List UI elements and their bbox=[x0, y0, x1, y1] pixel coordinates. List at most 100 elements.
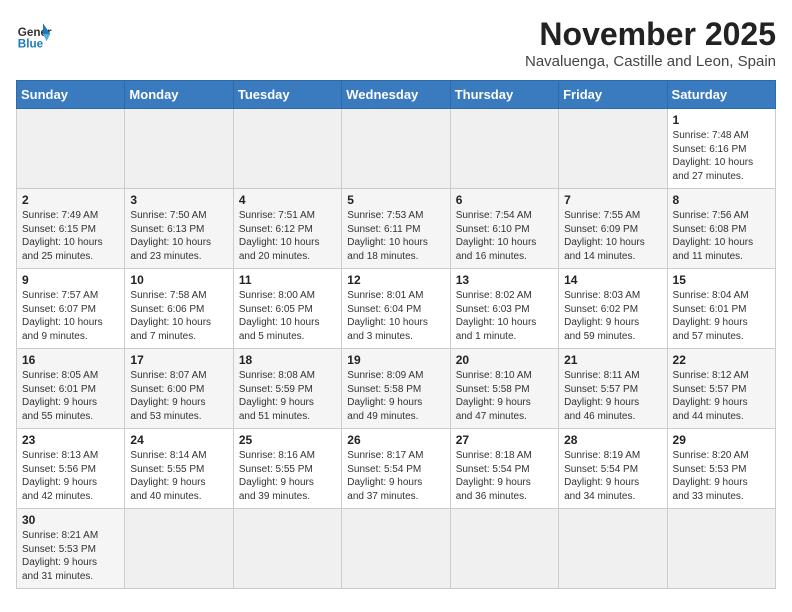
day-cell: 29 Sunrise: 8:20 AM Sunset: 5:53 PM Dayli… bbox=[667, 429, 775, 509]
title-section: November 2025 Navaluenga, Castille and L… bbox=[525, 16, 776, 70]
day-cell: 3Sunrise: 7:50 AM Sunset: 6:13 PM Daylig… bbox=[125, 189, 233, 269]
day-cell bbox=[125, 509, 233, 589]
day-number: 2 bbox=[22, 193, 119, 207]
day-number: 4 bbox=[239, 193, 336, 207]
day-info: Sunrise: 7:53 AM Sunset: 6:11 PM Dayligh… bbox=[347, 209, 444, 263]
calendar-table: SundayMondayTuesdayWednesdayThursdayFrid… bbox=[16, 80, 776, 589]
day-cell: 17Sunrise: 8:07 AM Sunset: 6:00 PM Dayli… bbox=[125, 349, 233, 429]
day-cell: 22Sunrise: 8:12 AM Sunset: 5:57 PM Dayli… bbox=[667, 349, 775, 429]
day-info: Sunrise: 8:14 AM Sunset: 5:55 PM Dayligh… bbox=[130, 449, 227, 503]
day-cell: 26 Sunrise: 8:17 AM Sunset: 5:54 PM Dayli… bbox=[342, 429, 450, 509]
day-number: 26 bbox=[347, 433, 444, 447]
weekday-header-tuesday: Tuesday bbox=[233, 81, 341, 109]
week-row-4: 16 Sunrise: 8:05 AM Sunset: 6:01 PM Dayli… bbox=[17, 349, 776, 429]
day-number: 25 bbox=[239, 433, 336, 447]
day-cell: 8 Sunrise: 7:56 AM Sunset: 6:08 PM Daylig… bbox=[667, 189, 775, 269]
day-info: Sunrise: 8:10 AM Sunset: 5:58 PM Dayligh… bbox=[456, 369, 553, 423]
day-info: Sunrise: 8:20 AM Sunset: 5:53 PM Dayligh… bbox=[673, 449, 770, 503]
day-info: Sunrise: 8:16 AM Sunset: 5:55 PM Dayligh… bbox=[239, 449, 336, 503]
day-cell bbox=[450, 509, 558, 589]
weekday-header-sunday: Sunday bbox=[17, 81, 125, 109]
day-info: Sunrise: 8:12 AM Sunset: 5:57 PM Dayligh… bbox=[673, 369, 770, 423]
day-info: Sunrise: 8:00 AM Sunset: 6:05 PM Dayligh… bbox=[239, 289, 336, 343]
day-cell bbox=[559, 109, 667, 189]
logo: General Blue bbox=[16, 16, 52, 52]
day-number: 6 bbox=[456, 193, 553, 207]
day-number: 11 bbox=[239, 273, 336, 287]
day-info: Sunrise: 7:49 AM Sunset: 6:15 PM Dayligh… bbox=[22, 209, 119, 263]
day-number: 21 bbox=[564, 353, 661, 367]
week-row-2: 2 Sunrise: 7:49 AM Sunset: 6:15 PM Daylig… bbox=[17, 189, 776, 269]
day-number: 17 bbox=[130, 353, 227, 367]
day-cell bbox=[233, 109, 341, 189]
day-cell bbox=[667, 509, 775, 589]
day-info: Sunrise: 7:55 AM Sunset: 6:09 PM Dayligh… bbox=[564, 209, 661, 263]
weekday-header-friday: Friday bbox=[559, 81, 667, 109]
day-number: 12 bbox=[347, 273, 444, 287]
day-info: Sunrise: 7:56 AM Sunset: 6:08 PM Dayligh… bbox=[673, 209, 770, 263]
day-number: 8 bbox=[673, 193, 770, 207]
day-info: Sunrise: 7:58 AM Sunset: 6:06 PM Dayligh… bbox=[130, 289, 227, 343]
day-number: 15 bbox=[673, 273, 770, 287]
day-cell bbox=[559, 509, 667, 589]
day-info: Sunrise: 7:51 AM Sunset: 6:12 PM Dayligh… bbox=[239, 209, 336, 263]
day-cell: 10 Sunrise: 7:58 AM Sunset: 6:06 PM Dayli… bbox=[125, 269, 233, 349]
week-row-6: 30Sunrise: 8:21 AM Sunset: 5:53 PM Dayli… bbox=[17, 509, 776, 589]
day-cell: 2 Sunrise: 7:49 AM Sunset: 6:15 PM Daylig… bbox=[17, 189, 125, 269]
day-cell: 4 Sunrise: 7:51 AM Sunset: 6:12 PM Daylig… bbox=[233, 189, 341, 269]
day-cell: 14Sunrise: 8:03 AM Sunset: 6:02 PM Dayli… bbox=[559, 269, 667, 349]
day-number: 9 bbox=[22, 273, 119, 287]
logo-icon: General Blue bbox=[16, 16, 52, 52]
day-info: Sunrise: 8:17 AM Sunset: 5:54 PM Dayligh… bbox=[347, 449, 444, 503]
day-cell: 20Sunrise: 8:10 AM Sunset: 5:58 PM Dayli… bbox=[450, 349, 558, 429]
day-cell: 21Sunrise: 8:11 AM Sunset: 5:57 PM Dayli… bbox=[559, 349, 667, 429]
weekday-header-saturday: Saturday bbox=[667, 81, 775, 109]
day-info: Sunrise: 8:01 AM Sunset: 6:04 PM Dayligh… bbox=[347, 289, 444, 343]
week-row-5: 23Sunrise: 8:13 AM Sunset: 5:56 PM Dayli… bbox=[17, 429, 776, 509]
day-info: Sunrise: 7:57 AM Sunset: 6:07 PM Dayligh… bbox=[22, 289, 119, 343]
day-cell: 24Sunrise: 8:14 AM Sunset: 5:55 PM Dayli… bbox=[125, 429, 233, 509]
day-number: 29 bbox=[673, 433, 770, 447]
day-number: 18 bbox=[239, 353, 336, 367]
day-number: 19 bbox=[347, 353, 444, 367]
day-cell: 12 Sunrise: 8:01 AM Sunset: 6:04 PM Dayli… bbox=[342, 269, 450, 349]
day-cell: 19 Sunrise: 8:09 AM Sunset: 5:58 PM Dayli… bbox=[342, 349, 450, 429]
day-cell bbox=[450, 109, 558, 189]
week-row-1: 1Sunrise: 7:48 AM Sunset: 6:16 PM Daylig… bbox=[17, 109, 776, 189]
day-cell: 1Sunrise: 7:48 AM Sunset: 6:16 PM Daylig… bbox=[667, 109, 775, 189]
day-number: 23 bbox=[22, 433, 119, 447]
day-cell: 15Sunrise: 8:04 AM Sunset: 6:01 PM Dayli… bbox=[667, 269, 775, 349]
day-cell: 11 Sunrise: 8:00 AM Sunset: 6:05 PM Dayli… bbox=[233, 269, 341, 349]
day-cell: 18 Sunrise: 8:08 AM Sunset: 5:59 PM Dayli… bbox=[233, 349, 341, 429]
weekday-header-thursday: Thursday bbox=[450, 81, 558, 109]
day-number: 3 bbox=[130, 193, 227, 207]
day-info: Sunrise: 8:05 AM Sunset: 6:01 PM Dayligh… bbox=[22, 369, 119, 423]
page-header: General Blue November 2025 Navaluenga, C… bbox=[16, 16, 776, 70]
day-info: Sunrise: 8:08 AM Sunset: 5:59 PM Dayligh… bbox=[239, 369, 336, 423]
day-number: 7 bbox=[564, 193, 661, 207]
day-cell: 25 Sunrise: 8:16 AM Sunset: 5:55 PM Dayli… bbox=[233, 429, 341, 509]
day-cell: 6 Sunrise: 7:54 AM Sunset: 6:10 PM Daylig… bbox=[450, 189, 558, 269]
day-info: Sunrise: 7:54 AM Sunset: 6:10 PM Dayligh… bbox=[456, 209, 553, 263]
day-number: 10 bbox=[130, 273, 227, 287]
day-cell bbox=[233, 509, 341, 589]
weekday-header-wednesday: Wednesday bbox=[342, 81, 450, 109]
day-cell bbox=[342, 509, 450, 589]
day-info: Sunrise: 8:21 AM Sunset: 5:53 PM Dayligh… bbox=[22, 529, 119, 583]
day-cell: 16 Sunrise: 8:05 AM Sunset: 6:01 PM Dayli… bbox=[17, 349, 125, 429]
day-info: Sunrise: 8:09 AM Sunset: 5:58 PM Dayligh… bbox=[347, 369, 444, 423]
day-number: 28 bbox=[564, 433, 661, 447]
week-row-3: 9 Sunrise: 7:57 AM Sunset: 6:07 PM Daylig… bbox=[17, 269, 776, 349]
day-info: Sunrise: 8:19 AM Sunset: 5:54 PM Dayligh… bbox=[564, 449, 661, 503]
svg-text:Blue: Blue bbox=[18, 38, 44, 51]
day-cell bbox=[342, 109, 450, 189]
day-info: Sunrise: 8:03 AM Sunset: 6:02 PM Dayligh… bbox=[564, 289, 661, 343]
day-number: 16 bbox=[22, 353, 119, 367]
weekday-header-monday: Monday bbox=[125, 81, 233, 109]
day-cell: 28 Sunrise: 8:19 AM Sunset: 5:54 PM Dayli… bbox=[559, 429, 667, 509]
day-info: Sunrise: 8:18 AM Sunset: 5:54 PM Dayligh… bbox=[456, 449, 553, 503]
day-cell bbox=[125, 109, 233, 189]
day-cell: 30Sunrise: 8:21 AM Sunset: 5:53 PM Dayli… bbox=[17, 509, 125, 589]
day-number: 13 bbox=[456, 273, 553, 287]
day-cell: 5Sunrise: 7:53 AM Sunset: 6:11 PM Daylig… bbox=[342, 189, 450, 269]
